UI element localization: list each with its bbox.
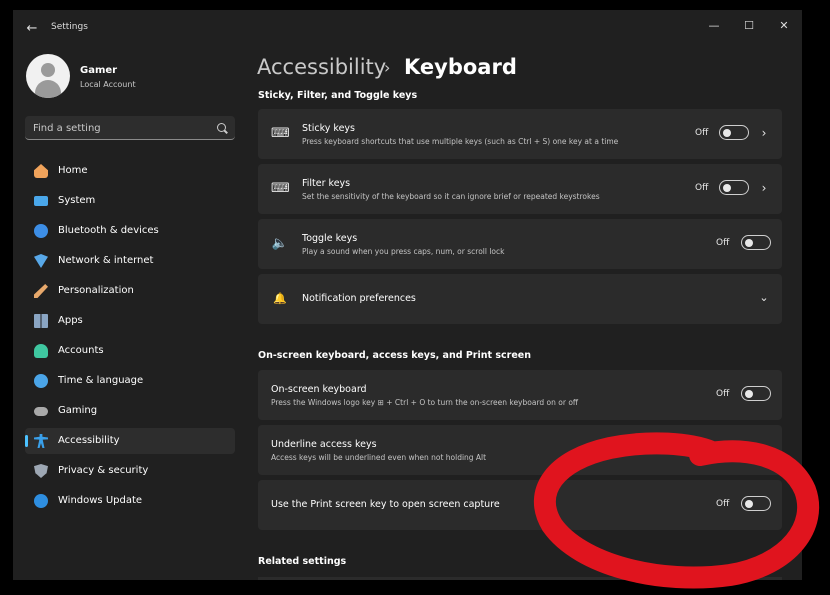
card-description: Access keys will be underlined even when…: [271, 453, 487, 462]
close-button[interactable]: ✕: [769, 16, 799, 36]
back-arrow-icon[interactable]: ←: [23, 20, 41, 38]
brush-icon: [34, 284, 48, 298]
toggle-knob: [723, 183, 731, 192]
print-screen-card[interactable]: Use the Print screen key to open screen …: [258, 480, 782, 530]
filter-keys-card[interactable]: ⌨ Filter keys Set the sensitivity of the…: [258, 164, 782, 214]
toggle-state-label: Off: [716, 389, 730, 399]
monitor-icon: [34, 196, 48, 206]
breadcrumb-separator-icon: ›: [384, 58, 391, 77]
sidebar-item-label: Apps: [58, 315, 83, 326]
accessibility-icon: [34, 434, 48, 448]
sidebar-item-accessibility[interactable]: Accessibility: [25, 428, 235, 454]
profile-account-type: Local Account: [80, 80, 136, 89]
sidebar-item-label: Gaming: [58, 405, 98, 416]
gamepad-icon: [34, 407, 48, 416]
maximize-button[interactable]: ☐: [734, 16, 764, 36]
card-description: Press keyboard shortcuts that use multip…: [302, 137, 619, 146]
card-description: Press the Windows logo key ⊞ + Ctrl + O …: [271, 398, 579, 407]
sidebar-item-label: Privacy & security: [58, 465, 149, 476]
toggle-keys-toggle[interactable]: [741, 235, 771, 250]
sidebar-item-apps[interactable]: Apps: [25, 308, 235, 334]
toggle-knob: [745, 238, 753, 247]
app-title: Settings: [51, 22, 88, 32]
filter-keys-icon: ⌨: [271, 181, 290, 196]
related-settings-card-edge: [258, 577, 782, 580]
card-title: Sticky keys: [302, 123, 356, 134]
bell-icon: 🔔: [273, 292, 287, 305]
title-bar: ← Settings — ☐ ✕: [13, 10, 802, 46]
bluetooth-icon: [34, 224, 48, 238]
avatar[interactable]: [26, 54, 70, 98]
card-title: On-screen keyboard: [271, 384, 367, 395]
avatar-body-icon: [35, 80, 61, 98]
sidebar-item-home[interactable]: Home: [25, 158, 235, 184]
sidebar-item-label: Time & language: [58, 375, 144, 386]
toggle-knob: [745, 499, 753, 508]
sidebar-item-gaming[interactable]: Gaming: [25, 398, 235, 424]
sidebar-item-time-language[interactable]: Time & language: [25, 368, 235, 394]
sticky-keys-card[interactable]: ⌨ Sticky keys Press keyboard shortcuts t…: [258, 109, 782, 159]
sidebar-item-bluetooth-devices[interactable]: Bluetooth & devices: [25, 218, 235, 244]
sidebar-item-personalization[interactable]: Personalization: [25, 278, 235, 304]
apps-icon: [34, 314, 48, 328]
chevron-down-icon[interactable]: ⌄: [757, 291, 771, 305]
section-title-sticky-filter-toggle: Sticky, Filter, and Toggle keys: [258, 90, 418, 101]
card-title: Toggle keys: [302, 233, 358, 244]
on-screen-keyboard-card[interactable]: On-screen keyboard Press the Windows log…: [258, 370, 782, 420]
filter-keys-toggle[interactable]: [719, 180, 749, 195]
speaker-icon: 🔈: [271, 236, 289, 251]
sidebar-item-label: System: [58, 195, 96, 206]
settings-window: ← Settings — ☐ ✕ Gamer Local Account Hom…: [13, 10, 802, 580]
shield-icon: [34, 464, 48, 478]
avatar-head-icon: [41, 63, 55, 77]
sidebar-item-label: Bluetooth & devices: [58, 225, 159, 236]
print-screen-toggle[interactable]: [741, 496, 771, 511]
chevron-right-icon[interactable]: ›: [757, 180, 771, 196]
home-icon: [34, 164, 48, 178]
sidebar-item-network-internet[interactable]: Network & internet: [25, 248, 235, 274]
card-description: Play a sound when you press caps, num, o…: [302, 247, 505, 256]
chevron-right-icon[interactable]: ›: [757, 125, 771, 141]
wifi-icon: [34, 254, 48, 268]
globe-clock-icon: [34, 374, 48, 388]
search-input[interactable]: [33, 120, 203, 136]
sidebar-item-label: Accounts: [58, 345, 104, 356]
toggle-state-label: Off: [716, 238, 730, 248]
sidebar-item-windows-update[interactable]: Windows Update: [25, 488, 235, 514]
person-icon: [34, 344, 48, 358]
sidebar-item-label: Accessibility: [58, 435, 120, 446]
breadcrumb-parent[interactable]: Accessibility: [257, 55, 386, 79]
toggle-knob: [745, 389, 753, 398]
toggle-state-label: Off: [695, 183, 709, 193]
toggle-knob: [723, 128, 731, 137]
card-title: Use the Print screen key to open screen …: [271, 499, 500, 510]
notification-preferences-card[interactable]: 🔔 Notification preferences ⌄: [258, 274, 782, 324]
card-title: Underline access keys: [271, 439, 377, 450]
update-icon: [34, 494, 48, 508]
sidebar-item-label: Personalization: [58, 285, 134, 296]
sticky-keys-toggle[interactable]: [719, 125, 749, 140]
card-title: Notification preferences: [302, 293, 416, 304]
minimize-button[interactable]: —: [699, 16, 729, 36]
sidebar-item-accounts[interactable]: Accounts: [25, 338, 235, 364]
search-icon[interactable]: [217, 123, 226, 132]
sidebar-item-label: Windows Update: [58, 495, 143, 506]
profile-name: Gamer: [80, 65, 118, 76]
section-title-related-settings: Related settings: [258, 556, 347, 567]
toggle-state-label: Off: [716, 499, 730, 509]
search-box[interactable]: [25, 116, 235, 140]
sidebar-item-privacy-security[interactable]: Privacy & security: [25, 458, 235, 484]
underline-access-keys-card[interactable]: Underline access keys Access keys will b…: [258, 425, 782, 475]
toggle-keys-card[interactable]: 🔈 Toggle keys Play a sound when you pres…: [258, 219, 782, 269]
sidebar-item-label: Network & internet: [58, 255, 154, 266]
on-screen-keyboard-toggle[interactable]: [741, 386, 771, 401]
sticky-keys-icon: ⌨: [271, 126, 290, 141]
sidebar-item-system[interactable]: System: [25, 188, 235, 214]
toggle-state-label: Off: [695, 128, 709, 138]
section-title-onscreen-keyboard: On-screen keyboard, access keys, and Pri…: [258, 350, 531, 361]
sidebar-item-label: Home: [58, 165, 88, 176]
card-title: Filter keys: [302, 178, 351, 189]
page-title: Keyboard: [404, 55, 517, 79]
card-description: Set the sensitivity of the keyboard so i…: [302, 192, 600, 201]
